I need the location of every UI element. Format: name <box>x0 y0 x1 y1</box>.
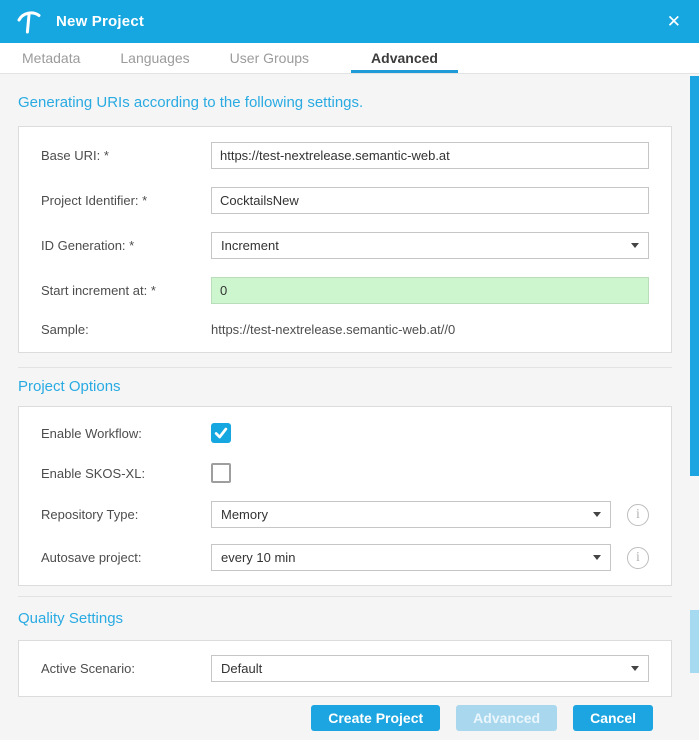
sample-uri-value: https://test-nextrelease.semantic-web.at… <box>211 322 455 337</box>
project-identifier-label: Project Identifier: * <box>41 193 211 208</box>
chevron-down-icon <box>631 243 639 248</box>
sample-label: Sample: <box>41 322 211 337</box>
quality-settings-heading: Quality Settings <box>18 610 672 628</box>
dialog-title: New Project <box>56 13 144 30</box>
advanced-tab-content: Generating URIs according to the followi… <box>0 94 699 731</box>
advanced-button[interactable]: Advanced <box>456 705 557 731</box>
repository-type-info-icon[interactable]: i <box>627 504 649 526</box>
sample-row: Sample: https://test-nextrelease.semanti… <box>19 313 671 346</box>
tab-languages[interactable]: Languages <box>120 43 189 73</box>
active-scenario-select[interactable]: Default <box>211 655 649 682</box>
dialog-header: New Project ✕ <box>0 0 699 43</box>
project-identifier-row: Project Identifier: * <box>19 178 671 223</box>
cancel-button[interactable]: Cancel <box>573 705 653 731</box>
autosave-row: Autosave project: every 10 min i <box>19 536 671 579</box>
autosave-selected-value: every 10 min <box>221 550 295 565</box>
tab-bar: Metadata Languages User Groups Advanced <box>0 43 699 74</box>
section-divider <box>18 596 672 597</box>
enable-skosxl-label: Enable SKOS-XL: <box>41 466 211 481</box>
id-generation-select[interactable]: Increment <box>211 232 649 259</box>
repository-type-row: Repository Type: Memory i <box>19 493 671 536</box>
tab-metadata[interactable]: Metadata <box>22 43 80 73</box>
enable-workflow-checkbox[interactable] <box>211 423 231 443</box>
project-options-heading: Project Options <box>18 378 672 396</box>
chevron-down-icon <box>593 555 601 560</box>
enable-skosxl-checkbox[interactable] <box>211 463 231 483</box>
active-scenario-label: Active Scenario: <box>41 661 211 676</box>
repository-type-label: Repository Type: <box>41 507 211 522</box>
autosave-label: Autosave project: <box>41 550 211 565</box>
uri-section-heading: Generating URIs according to the followi… <box>18 94 672 112</box>
repository-type-select[interactable]: Memory <box>211 501 611 528</box>
uri-settings-box: Base URI: * Project Identifier: * ID Gen… <box>18 126 672 353</box>
enable-workflow-row: Enable Workflow: <box>19 413 671 453</box>
autosave-info-icon[interactable]: i <box>627 547 649 569</box>
scrollbar-thumb-secondary[interactable] <box>690 610 699 673</box>
repository-type-selected-value: Memory <box>221 507 268 522</box>
tab-advanced[interactable]: Advanced <box>351 43 458 73</box>
enable-workflow-label: Enable Workflow: <box>41 426 211 441</box>
base-uri-row: Base URI: * <box>19 133 671 178</box>
active-scenario-row: Active Scenario: Default <box>19 647 671 690</box>
create-project-button[interactable]: Create Project <box>311 705 440 731</box>
scrollbar-thumb[interactable] <box>690 76 699 476</box>
autosave-select[interactable]: every 10 min <box>211 544 611 571</box>
id-generation-row: ID Generation: * Increment <box>19 223 671 268</box>
dialog-footer: Create Project Advanced Cancel <box>18 705 672 731</box>
tab-user-groups[interactable]: User Groups <box>230 43 309 73</box>
start-increment-row: Start increment at: * <box>19 268 671 313</box>
checkmark-icon <box>213 425 229 441</box>
chevron-down-icon <box>631 666 639 671</box>
base-uri-label: Base URI: * <box>41 148 211 163</box>
project-identifier-input[interactable] <box>211 187 649 214</box>
close-icon[interactable]: ✕ <box>665 9 683 34</box>
chevron-down-icon <box>593 512 601 517</box>
start-increment-input[interactable] <box>211 277 649 304</box>
quality-settings-box: Active Scenario: Default <box>18 640 672 697</box>
id-generation-label: ID Generation: * <box>41 238 211 253</box>
id-generation-selected-value: Increment <box>221 238 279 253</box>
start-increment-label: Start increment at: * <box>41 283 211 298</box>
section-divider <box>18 367 672 368</box>
poolparty-logo-icon <box>16 9 42 35</box>
enable-skosxl-row: Enable SKOS-XL: <box>19 453 671 493</box>
project-options-box: Enable Workflow: Enable SKOS-XL: Reposit… <box>18 406 672 586</box>
base-uri-input[interactable] <box>211 142 649 169</box>
active-scenario-selected-value: Default <box>221 661 262 676</box>
